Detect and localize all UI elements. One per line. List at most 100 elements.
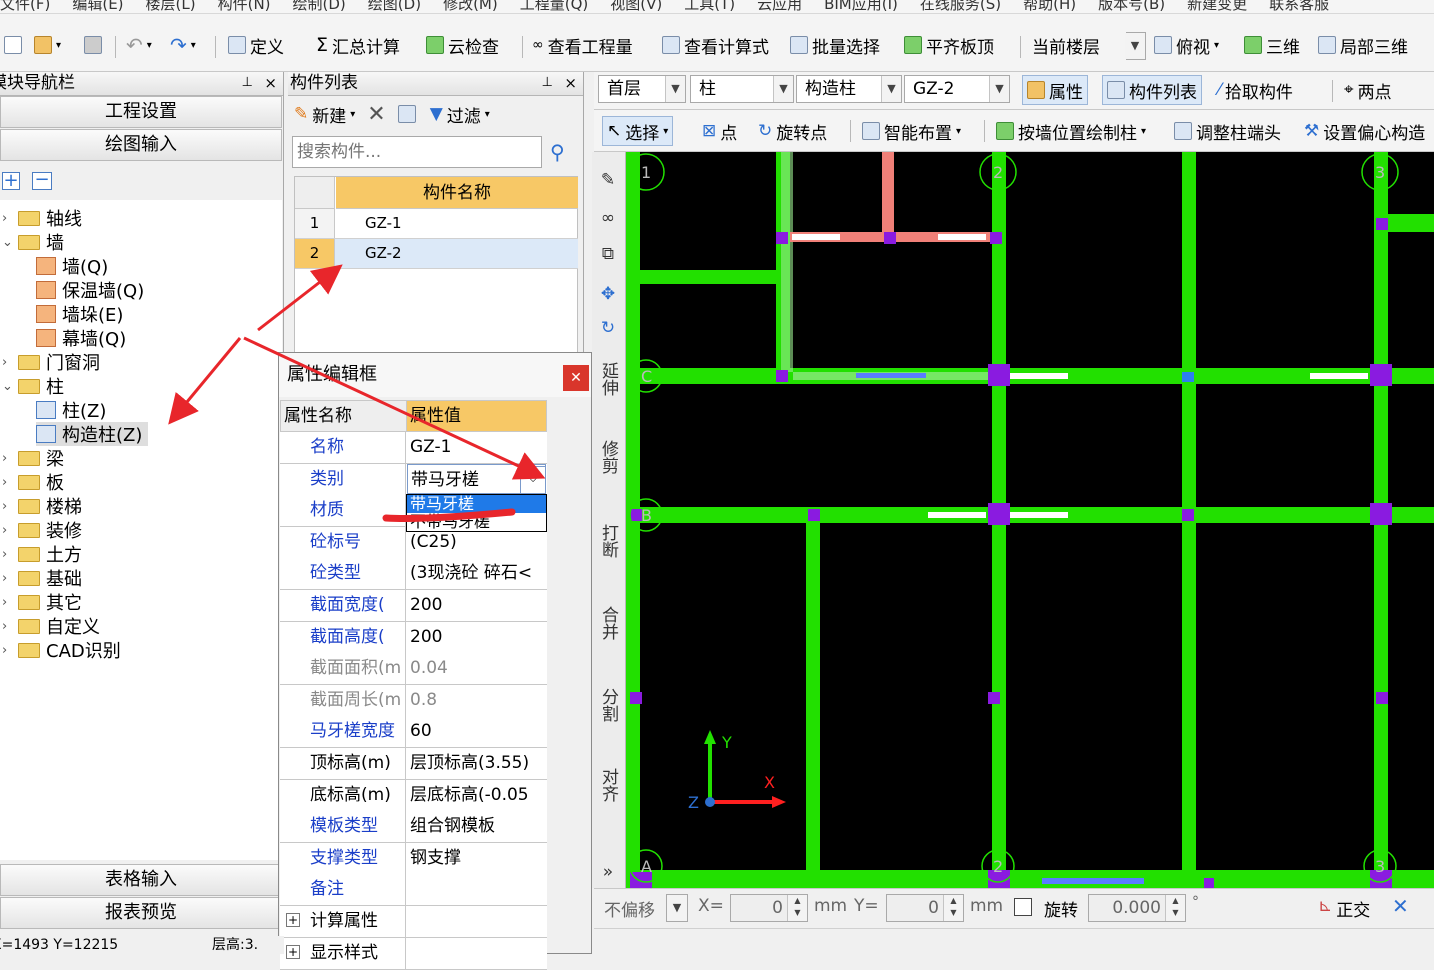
drawing-input-button[interactable]: 绘图输入 bbox=[0, 129, 282, 161]
y-input[interactable]: 0 ▲ ▼ bbox=[886, 894, 964, 922]
chevron-right-icon[interactable]: › bbox=[2, 571, 12, 586]
tree-item[interactable]: › 板 bbox=[2, 470, 64, 494]
offset-dropdown[interactable]: ▼ bbox=[666, 894, 688, 922]
tree-item[interactable]: › 自定义 bbox=[2, 614, 100, 638]
category-select[interactable]: 柱 ▼ bbox=[690, 75, 794, 103]
property-row[interactable]: 截面高度(200 bbox=[280, 621, 547, 654]
chevron-right-icon[interactable]: › bbox=[2, 523, 12, 538]
new-button[interactable]: ✎ 新建 ▾ bbox=[294, 102, 355, 127]
extend-tool[interactable]: 延伸 bbox=[593, 362, 623, 400]
delete-icon[interactable]: ✕ bbox=[367, 102, 385, 127]
column-header-name[interactable]: 构件名称 bbox=[336, 177, 578, 209]
project-settings-button[interactable]: 工程设置 bbox=[0, 96, 282, 128]
snap-icon[interactable]: ✕ bbox=[1392, 894, 1409, 918]
menu-item[interactable]: 绘图(D) bbox=[368, 0, 421, 12]
collapse-all-icon[interactable]: − bbox=[32, 171, 52, 190]
component-search-input[interactable] bbox=[292, 136, 542, 168]
rotate-angle-input[interactable]: 0.000 ▲ ▼ bbox=[1088, 894, 1186, 922]
chevron-down-icon[interactable]: ⌄ bbox=[2, 235, 13, 250]
view-quantity-button[interactable]: ∞ 查看工程量 bbox=[532, 30, 633, 60]
move-icon[interactable]: ✥ bbox=[593, 284, 623, 304]
property-value[interactable]: 0.04 bbox=[407, 653, 546, 684]
property-row[interactable]: 马牙槎宽度 60 bbox=[280, 716, 547, 749]
brush-icon[interactable]: ✎ bbox=[593, 170, 623, 190]
copy-icon[interactable] bbox=[397, 105, 416, 123]
property-row[interactable]: 截面宽度(200 bbox=[280, 590, 547, 622]
align-tool[interactable]: 对齐 bbox=[593, 768, 623, 806]
3d-button[interactable]: 三维 bbox=[1244, 30, 1300, 60]
tree-item[interactable]: 墙垛(E) bbox=[36, 302, 123, 326]
floor-select[interactable]: 首层 ▼ bbox=[598, 75, 686, 103]
properties-button[interactable]: 属性 bbox=[1022, 75, 1088, 105]
floor-dropdown[interactable]: ▼ bbox=[1125, 32, 1146, 60]
ortho-button[interactable]: ⊾ 正交 bbox=[1318, 896, 1370, 921]
close-icon[interactable]: × bbox=[564, 72, 577, 94]
menu-item[interactable]: 版本号(B) bbox=[1098, 0, 1165, 12]
property-row[interactable]: + 计算属性 bbox=[280, 906, 547, 938]
property-row[interactable]: 名称 GZ-1 bbox=[280, 432, 547, 464]
menu-item[interactable]: BIM应用(I) bbox=[824, 0, 898, 12]
wall-position-button[interactable]: 按墙位置绘制柱 ▾ bbox=[996, 116, 1146, 146]
property-row[interactable]: 截面周长(m 0.8 bbox=[280, 684, 547, 717]
pin-icon[interactable]: ⊥ bbox=[242, 72, 253, 94]
select-button[interactable]: ↖ 选择 ▾ bbox=[602, 116, 674, 146]
pin-icon[interactable]: ⊥ bbox=[542, 72, 553, 94]
property-row[interactable]: 备注 bbox=[280, 874, 547, 907]
property-value[interactable]: 层底标高(-0.05 bbox=[407, 780, 546, 811]
property-value[interactable] bbox=[407, 874, 546, 905]
more-chevron-icon[interactable]: » bbox=[593, 862, 623, 882]
merge-tool[interactable]: 合并 bbox=[593, 606, 623, 644]
menu-item[interactable]: 云应用 bbox=[757, 0, 802, 12]
property-value[interactable]: 200 bbox=[407, 590, 546, 621]
pick-component-button[interactable]: ⁄ 拾取构件 bbox=[1218, 75, 1293, 105]
expand-all-icon[interactable]: + bbox=[2, 172, 20, 190]
tree-item[interactable]: › 装修 bbox=[2, 518, 82, 542]
property-row[interactable]: 类别 带马牙槎 bbox=[280, 463, 547, 496]
menu-item[interactable]: 新建变更 bbox=[1187, 0, 1247, 12]
adjust-end-button[interactable]: 调整柱端头 bbox=[1174, 116, 1281, 146]
open-folder-icon[interactable]: ▾ bbox=[34, 30, 61, 60]
tree-item[interactable]: 保温墙(Q) bbox=[36, 278, 144, 302]
split-tool[interactable]: 分割 bbox=[593, 688, 623, 726]
tree-item[interactable]: › CAD识别 bbox=[2, 638, 121, 662]
tree-item[interactable]: 墙(Q) bbox=[36, 254, 108, 278]
define-button[interactable]: 定义 bbox=[228, 30, 284, 60]
property-value[interactable]: 层顶标高(3.55) bbox=[407, 748, 546, 779]
tree-item[interactable]: 构造柱(Z) bbox=[36, 422, 149, 446]
redo-icon[interactable]: ↷ ▾ bbox=[170, 30, 196, 60]
chevron-down-icon[interactable]: ⌄ bbox=[2, 379, 13, 394]
point-button[interactable]: ⊠ 点 bbox=[702, 116, 737, 146]
type-select[interactable]: 构造柱 ▼ bbox=[796, 75, 902, 103]
chevron-right-icon[interactable]: › bbox=[2, 499, 12, 514]
property-row[interactable]: 模板类型 组合钢模板 bbox=[280, 811, 547, 844]
batch-select-button[interactable]: 批量选择 bbox=[790, 30, 880, 60]
close-icon[interactable]: × bbox=[264, 72, 277, 94]
cloud-check-button[interactable]: 云检查 bbox=[426, 30, 499, 60]
set-offset-button[interactable]: ⚒ 设置偏心构造 bbox=[1304, 116, 1425, 146]
menu-item[interactable]: 视图(V) bbox=[610, 0, 662, 12]
property-value[interactable] bbox=[407, 938, 546, 969]
chevron-right-icon[interactable]: › bbox=[2, 643, 12, 658]
rotate-checkbox[interactable] bbox=[1014, 898, 1032, 916]
property-value[interactable]: 60 bbox=[407, 716, 546, 747]
new-file-icon[interactable] bbox=[4, 30, 22, 60]
tree-item[interactable]: ⌄ 柱 bbox=[2, 374, 64, 398]
chevron-right-icon[interactable]: › bbox=[2, 595, 12, 610]
tree-item[interactable]: › 其它 bbox=[2, 590, 82, 614]
chevron-right-icon[interactable]: › bbox=[2, 451, 12, 466]
mirror-copy-icon[interactable]: ∞ bbox=[593, 208, 623, 228]
trim-tool[interactable]: 修剪 bbox=[593, 440, 623, 478]
menu-item[interactable]: 修改(M) bbox=[443, 0, 498, 12]
report-preview-button[interactable]: 报表预览 bbox=[0, 897, 282, 929]
mirror-icon[interactable]: ⧉ bbox=[593, 244, 623, 264]
close-dialog-button[interactable]: ✕ bbox=[563, 365, 589, 391]
filter-button[interactable]: ▼ 过滤 ▾ bbox=[430, 102, 490, 127]
dropdown-option-without[interactable]: 不带马牙槎 bbox=[407, 513, 546, 531]
chevron-right-icon[interactable]: › bbox=[2, 211, 12, 226]
menu-item[interactable]: 在线服务(S) bbox=[920, 0, 1001, 12]
menu-item[interactable]: 绘制(D) bbox=[293, 0, 346, 12]
property-value[interactable]: 0.8 bbox=[407, 685, 546, 716]
menu-item[interactable]: 楼层(L) bbox=[146, 0, 196, 12]
property-value[interactable]: 组合钢模板 bbox=[407, 811, 546, 842]
property-value[interactable]: (3现浇砼 碎石< bbox=[407, 558, 546, 589]
